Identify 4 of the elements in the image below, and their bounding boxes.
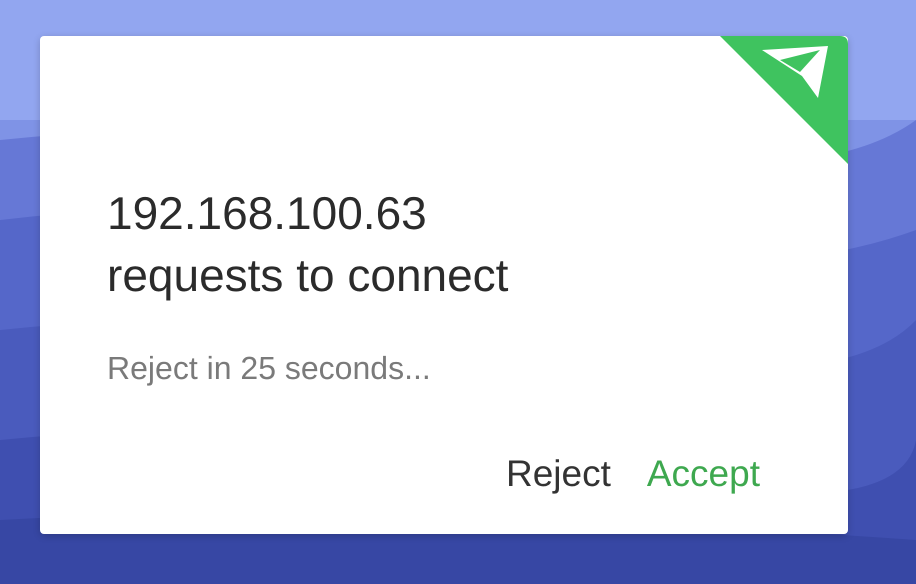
reject-button[interactable]: Reject: [506, 449, 611, 499]
countdown-text: Reject in 25 seconds...: [107, 350, 431, 387]
dialog-title: 192.168.100.63: [107, 186, 427, 241]
dialog-title: requests to connect: [107, 248, 508, 303]
